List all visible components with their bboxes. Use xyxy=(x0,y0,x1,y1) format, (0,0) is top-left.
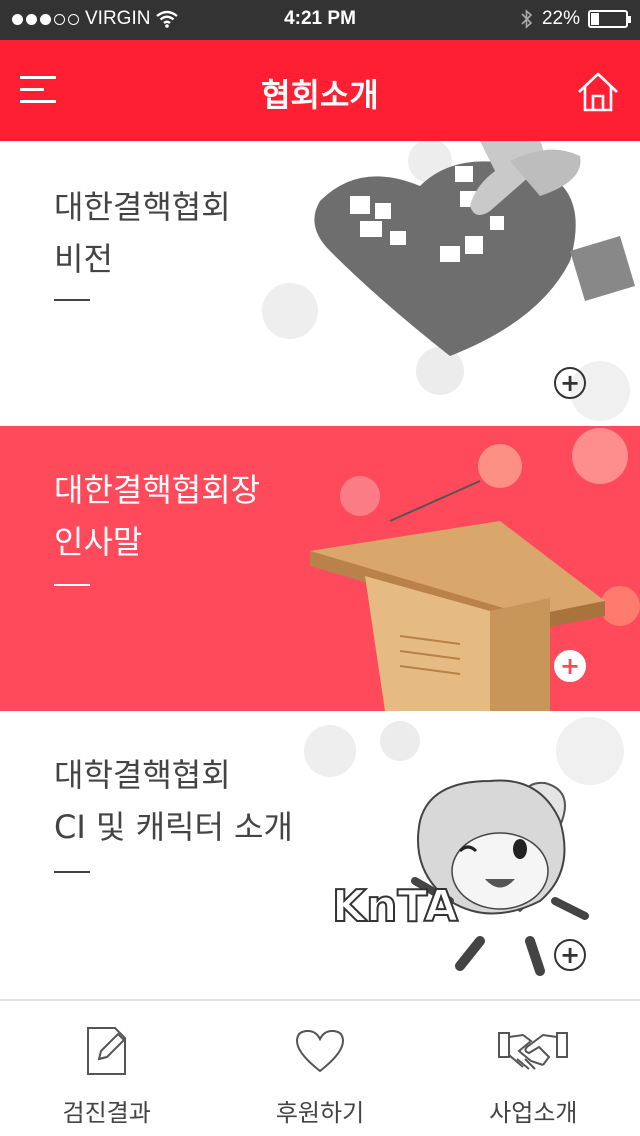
page-title: 협회소개 xyxy=(261,76,379,114)
greeting-card-line2: 인사말 xyxy=(54,523,143,561)
ci-card-line1: 대학결핵협회 xyxy=(54,756,231,794)
vision-card-title: 대한결핵협회 비전 xyxy=(54,181,231,285)
bottom-tab-bar: 검진결과 후원하기 사업소개 xyxy=(0,999,640,1136)
status-bar: VIRGIN 4:21 PM 22% xyxy=(0,0,640,40)
ci-card-line2: CI 및 캐릭터 소개 xyxy=(54,808,293,846)
vision-card[interactable]: 대한결핵협회 비전 + xyxy=(0,141,640,426)
plus-circle-icon[interactable]: + xyxy=(554,367,586,399)
divider-dash xyxy=(54,299,90,301)
divider-dash xyxy=(54,871,90,873)
heart-icon xyxy=(295,1029,344,1073)
knta-character-image: KnTA xyxy=(304,717,624,976)
greeting-card-line1: 대한결핵협회장 xyxy=(54,471,261,509)
ci-character-card[interactable]: KnTA 대학결핵협회 CI 및 캐릭터 소개 + xyxy=(0,711,640,999)
greeting-card[interactable]: 대한결핵협회장 인사말 + xyxy=(0,426,640,711)
tab-label: 후원하기 xyxy=(275,1099,365,1127)
tab-label: 검진결과 xyxy=(62,1099,151,1127)
divider-dash xyxy=(54,584,90,586)
handshake-icon xyxy=(498,1032,569,1070)
app-header: 협회소개 xyxy=(0,40,640,141)
tab-donate[interactable]: 후원하기 xyxy=(213,1001,426,1136)
podium-image xyxy=(310,428,640,711)
knta-logo-text: KnTA xyxy=(332,881,458,932)
battery-icon xyxy=(588,10,631,28)
plus-circle-icon[interactable]: + xyxy=(554,939,586,971)
ci-card-title: 대학결핵협회 CI 및 캐릭터 소개 xyxy=(54,749,293,853)
status-right: 22% xyxy=(520,8,631,30)
tab-business-intro[interactable]: 사업소개 xyxy=(427,1001,640,1136)
bluetooth-icon xyxy=(521,9,533,29)
edit-document-icon xyxy=(86,1027,126,1075)
vision-card-line1: 대한결핵협회 xyxy=(54,188,231,226)
greeting-card-title: 대한결핵협회장 인사말 xyxy=(54,464,260,568)
tab-checkup-results[interactable]: 검진결과 xyxy=(0,1001,213,1136)
tab-label: 사업소개 xyxy=(489,1099,578,1127)
battery-percent: 22% xyxy=(541,8,580,29)
plus-circle-icon[interactable]: + xyxy=(554,650,586,682)
vision-card-line2: 비전 xyxy=(54,240,113,278)
home-icon[interactable] xyxy=(576,70,620,114)
